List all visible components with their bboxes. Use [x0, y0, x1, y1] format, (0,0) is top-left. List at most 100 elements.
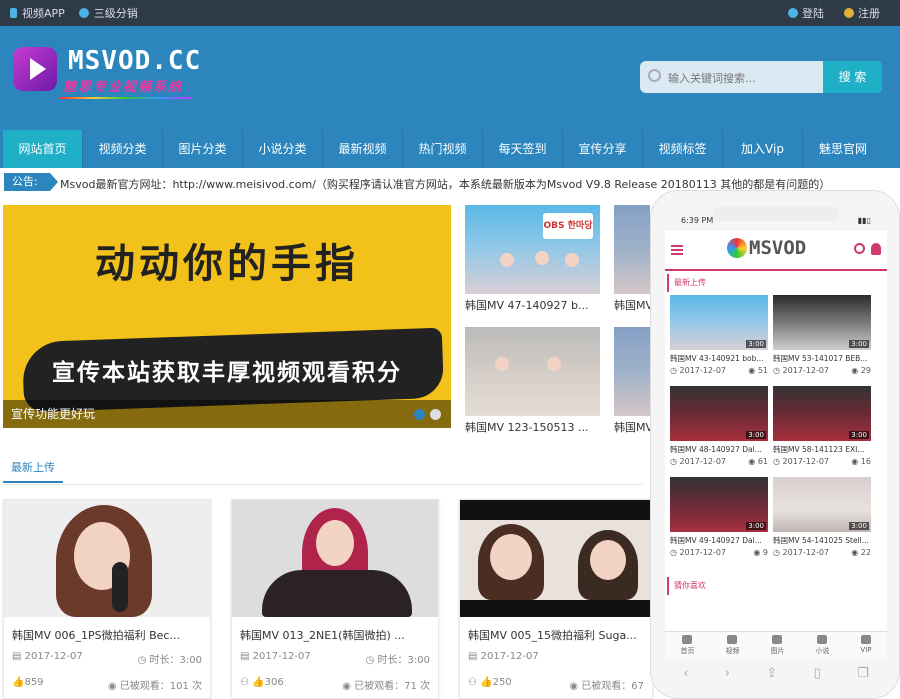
user-icon[interactable] [871, 243, 881, 255]
side-video-title-1[interactable]: 韩国MV 47-140927 b... [465, 297, 600, 313]
phone-video-thumb-3[interactable]: 3:00 [670, 386, 768, 441]
distribution-link[interactable]: 三级分销 [78, 5, 138, 21]
video-card-image[interactable] [4, 500, 210, 617]
banner-dot-1[interactable] [414, 409, 425, 420]
phone-video-title-1[interactable]: 韩国MV 43-140921 bob... [670, 353, 768, 364]
side-video-title-4[interactable]: 韩国MV [614, 419, 650, 435]
views-text: ◉ 61 [748, 457, 768, 466]
play-logo-icon[interactable] [13, 47, 57, 91]
phone-video-title-2[interactable]: 韩国MV 53-141017 BEB... [773, 353, 871, 364]
nav-official-site[interactable]: 魅思官网 [803, 130, 883, 168]
phone-video-title-3[interactable]: 韩国MV 48-140927 Dal... [670, 444, 768, 455]
logo-subtitle: 魅思专业视频系统 [63, 80, 184, 95]
nav-home[interactable]: 网站首页 [3, 130, 83, 168]
banner-caption: 宣传功能更好玩 [3, 400, 451, 428]
phone-icon [10, 8, 17, 18]
logo-title[interactable]: MSVOD.CC [68, 46, 201, 76]
side-video-title-3[interactable]: 韩国MV 123-150513 ... [465, 419, 600, 435]
nav-novel-category[interactable]: 小说分类 [243, 130, 323, 168]
phone-video-thumb-5[interactable]: 3:00 [670, 477, 768, 532]
clock-icon: ◷ [137, 655, 150, 666]
phone-video-title-6[interactable]: 韩国MV 54-141025 Stell... [773, 535, 871, 546]
search-input[interactable]: 输入关键词搜索... [668, 70, 756, 86]
duration-badge: 3:00 [849, 522, 869, 530]
thumb-figure [495, 357, 509, 371]
tabs-icon[interactable]: ❐ [857, 666, 869, 681]
book-icon [817, 635, 828, 644]
thumb-figure [565, 253, 579, 267]
video-card-1[interactable]: 韩国MV 006_1PS微拍福利 Bec... ▤ 2017-12-07 ◷ 时… [3, 499, 211, 699]
eye-icon: ◉ [851, 366, 861, 375]
nav-video-tags[interactable]: 视频标签 [643, 130, 723, 168]
phone-browser-toolbar: ‹ › ⇪ ▯ ❐ [665, 661, 887, 685]
clock-icon: ◷ [670, 548, 680, 557]
banner-dot-2[interactable] [430, 409, 441, 420]
phone-video-thumb-1[interactable]: 3:00 [670, 295, 768, 350]
video-card-meta: ▤ 2017-12-07 [468, 651, 644, 662]
share-icon[interactable]: ⇪ [766, 666, 777, 681]
nav-video-category[interactable]: 视频分类 [83, 130, 163, 168]
side-video-title-2[interactable]: 韩国MV [614, 297, 650, 313]
bookmarks-icon[interactable]: ▯ [814, 666, 821, 681]
image-icon [772, 635, 783, 644]
clock-icon: ◷ [670, 366, 680, 375]
phone-video-meta-6: ◷ 2017-12-07 ◉ 22 [773, 548, 871, 557]
phone-tab-image[interactable]: 图片 [770, 632, 784, 659]
video-card-2[interactable]: 韩国MV 013_2NE1(韩国微拍) ... ▤ 2017-12-07 ◷ 时… [231, 499, 439, 699]
thumbs-up-icon: 👍 [12, 677, 25, 688]
thumb-figure [500, 253, 514, 267]
phone-video-thumb-6[interactable]: 3:00 [773, 477, 871, 532]
side-video-thumb-2[interactable] [614, 205, 650, 294]
phone-video-title-4[interactable]: 韩国MV 58-141123 EXI... [773, 444, 871, 455]
nav-daily-checkin[interactable]: 每天签到 [483, 130, 563, 168]
video-card-stats: ⚇ 👍250 ◉ 已被观看：67 [468, 677, 644, 692]
phone-tab-home[interactable]: 首页 [680, 632, 694, 659]
search-icon[interactable] [854, 243, 865, 254]
phone-tab-vip[interactable]: VIP [860, 632, 872, 659]
phone-tab-video[interactable]: 视频 [725, 632, 739, 659]
search-button[interactable]: 搜 索 [823, 61, 882, 93]
forward-icon[interactable]: › [725, 666, 730, 681]
phone-video-thumb-4[interactable]: 3:00 [773, 386, 871, 441]
phone-video-title-5[interactable]: 韩国MV 49-140927 Dal... [670, 535, 768, 546]
video-card-title[interactable]: 韩国MV 006_1PS微拍福利 Bec... [12, 627, 180, 643]
eye-icon: ◉ [342, 681, 355, 692]
login-link[interactable]: 登陆 [788, 5, 824, 21]
app-link[interactable]: 视频APP [10, 5, 65, 21]
video-card-image[interactable] [232, 500, 438, 617]
phone-video-meta-5: ◷ 2017-12-07 ◉ 9 [670, 548, 768, 557]
side-video-thumb-3[interactable] [465, 327, 600, 416]
phone-video-meta-4: ◷ 2017-12-07 ◉ 16 [773, 457, 871, 466]
side-video-thumb-4[interactable] [614, 327, 650, 416]
calendar-icon: ▤ [240, 651, 253, 662]
user-icon [788, 8, 798, 18]
phone-tab-novel[interactable]: 小说 [815, 632, 829, 659]
register-link[interactable]: 注册 [844, 5, 880, 21]
nav-join-vip[interactable]: 加入Vip [723, 130, 803, 168]
phone-logo[interactable]: MSVOD [727, 237, 806, 259]
thumbs-up-icon: 👍 [480, 677, 493, 688]
promo-banner[interactable]: 动动你的手指 宣传本站获取丰厚视频观看积分 宣传功能更好玩 [3, 205, 451, 428]
phone-logo-text: MSVOD [749, 237, 807, 259]
video-card-title[interactable]: 韩国MV 005_15微拍福利 Suga... [468, 627, 637, 643]
logo-icon [727, 238, 747, 258]
nav-promote-share[interactable]: 宣传分享 [563, 130, 643, 168]
video-card-title[interactable]: 韩国MV 013_2NE1(韩国微拍) ... [240, 627, 405, 643]
back-icon[interactable]: ‹ [683, 666, 688, 681]
mobile-preview: 6:39 PM ▮▮▯ MSVOD 最新上传 3:00 韩国MV 43-1409… [650, 190, 900, 699]
video-card-image[interactable] [460, 500, 652, 617]
nav-image-category[interactable]: 图片分类 [163, 130, 243, 168]
side-video-thumb-1[interactable]: OBS 한마당 [465, 205, 600, 294]
phone-video-thumb-2[interactable]: 3:00 [773, 295, 871, 350]
menu-icon[interactable] [671, 245, 683, 255]
video-card-3[interactable]: 韩国MV 005_15微拍福利 Suga... ▤ 2017-12-07 ⚇ 👍… [459, 499, 653, 699]
phone-time: 6:39 PM [681, 216, 714, 225]
main-nav: 网站首页 视频分类 图片分类 小说分类 最新视频 热门视频 每天签到 宣传分享 … [0, 130, 900, 168]
thumb-figure [535, 251, 549, 265]
nav-hot-videos[interactable]: 热门视频 [403, 130, 483, 168]
nav-latest-videos[interactable]: 最新视频 [323, 130, 403, 168]
views-text: ◉ 9 [753, 548, 768, 557]
tab-latest-uploads[interactable]: 最新上传 [3, 455, 63, 483]
phone-video-meta-1: ◷ 2017-12-07 ◉ 51 [670, 366, 768, 375]
card-figure-face [590, 540, 626, 580]
